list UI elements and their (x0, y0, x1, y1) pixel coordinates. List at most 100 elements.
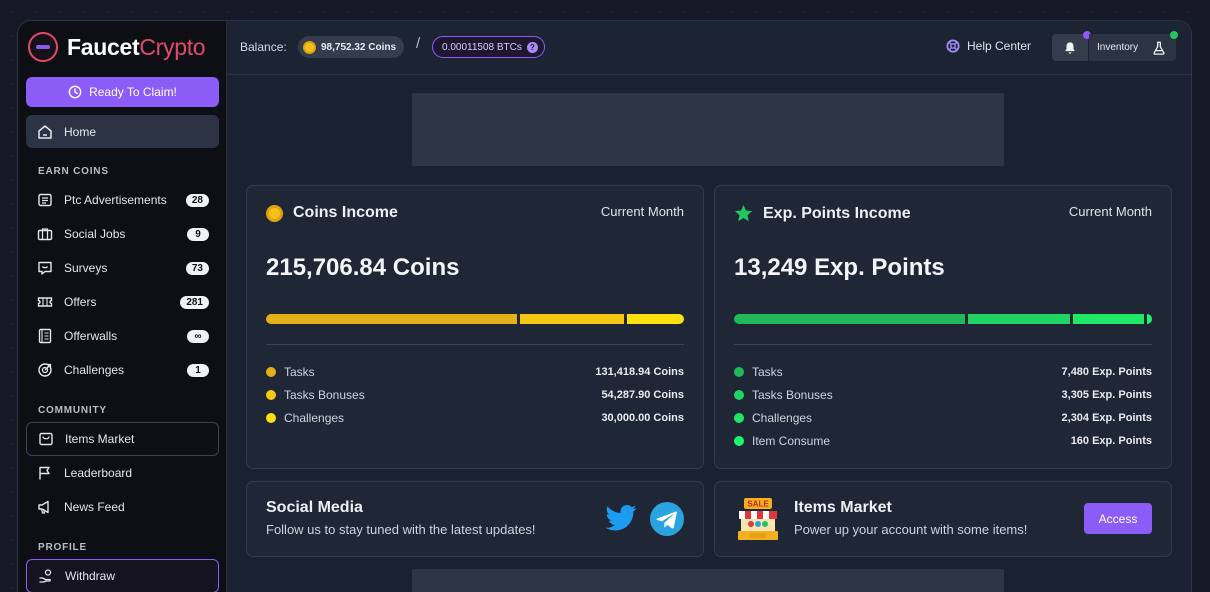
sidebar-item-label: Social Jobs (64, 227, 126, 241)
legend-dot (734, 367, 744, 377)
section-community: COMMUNITY (38, 405, 107, 416)
help-question-icon[interactable]: ? (526, 41, 538, 53)
income-row-challenges: Challenges 30,000.00 Coins (266, 409, 684, 427)
briefcase-icon (36, 225, 54, 243)
help-center-link[interactable]: Help Center (946, 39, 1031, 53)
bar-segment (266, 314, 517, 324)
coins-income-card: Coins Income Current Month 215,706.84 Co… (246, 185, 704, 469)
bar-segment (968, 314, 1070, 324)
sidebar-item-leaderboard[interactable]: Leaderboard (26, 457, 219, 489)
sidebar-item-items-market[interactable]: Items Market (26, 422, 219, 456)
brand-name-accent: Crypto (139, 33, 206, 60)
sidebar-item-withdraw[interactable]: Withdraw (26, 559, 219, 592)
coins-progress-bar (266, 314, 684, 324)
flag-icon (36, 464, 54, 482)
sidebar-item-label: Ptc Advertisements (64, 193, 167, 207)
bar-segment (627, 314, 684, 324)
coin-icon (303, 40, 316, 54)
sidebar-item-ptc[interactable]: Ptc Advertisements 28 (26, 184, 219, 216)
twitter-icon[interactable] (604, 504, 638, 534)
ticket-icon (36, 293, 54, 311)
bell-icon (1065, 41, 1075, 54)
star-icon (734, 204, 753, 222)
row-label: Challenges (284, 411, 345, 425)
bar-segment (1073, 314, 1144, 324)
period-label: Current Month (1068, 204, 1152, 219)
notifications-button[interactable] (1052, 34, 1088, 61)
withdraw-icon (37, 567, 55, 585)
sale-shop-icon: SALE (738, 498, 778, 540)
sidebar-item-label: Home (64, 124, 97, 139)
legend-dot (266, 413, 276, 423)
inventory-label: Inventory (1097, 42, 1139, 53)
access-button[interactable]: Access (1084, 503, 1152, 534)
claim-label: Ready To Claim! (89, 85, 177, 99)
sidebar-item-label: News Feed (64, 500, 125, 514)
row-value: 30,000.00 Coins (601, 412, 684, 424)
brand-logo[interactable]: FaucetCrypto (28, 31, 206, 63)
bar-segment (520, 314, 624, 324)
challenge-icon (36, 361, 54, 379)
telegram-icon[interactable] (650, 502, 684, 536)
market-icon (37, 430, 55, 448)
row-label: Item Consume (752, 434, 831, 448)
count-badge: 1 (187, 363, 209, 377)
ready-to-claim-button[interactable]: Ready To Claim! (26, 77, 219, 107)
social-subtitle: Follow us to stay tuned with the latest … (266, 522, 536, 537)
sidebar-item-label: Withdraw (65, 569, 116, 583)
count-badge: 73 (185, 261, 209, 275)
brand-name: FaucetCrypto (67, 33, 206, 61)
count-badge: 281 (180, 295, 209, 309)
section-earn-coins: EARN COINS (38, 166, 109, 177)
count-badge: ∞ (187, 329, 209, 343)
social-title: Social Media (266, 499, 363, 516)
lifebuoy-icon (946, 39, 960, 53)
row-value: 131,418.94 Coins (595, 366, 684, 378)
sidebar-item-challenges[interactable]: Challenges 1 (26, 354, 219, 386)
sidebar-item-social-jobs[interactable]: Social Jobs 9 (26, 218, 219, 250)
balance-label: Balance: (240, 40, 287, 54)
ad-banner-bottom[interactable] (412, 569, 1004, 592)
top-bar: Balance: 98,752.32 Coins / 0.00011508 BT… (227, 21, 1191, 75)
sidebar-item-surveys[interactable]: Surveys 73 (26, 252, 219, 284)
period-label: Current Month (600, 204, 684, 219)
ad-banner-top[interactable] (412, 93, 1004, 166)
btc-balance-pill[interactable]: 0.00011508 BTCs ? (432, 36, 545, 58)
card-title-text: Coins Income (293, 204, 398, 221)
megaphone-icon (36, 498, 54, 516)
legend-dot (266, 390, 276, 400)
exp-progress-bar (734, 314, 1152, 324)
inventory-button[interactable]: Inventory (1089, 34, 1176, 61)
brand-name-primary: Faucet (67, 33, 140, 60)
survey-icon (36, 259, 54, 277)
flask-icon (1153, 41, 1165, 55)
balance-separator: / (416, 35, 421, 52)
sidebar-item-label: Offerwalls (64, 329, 118, 343)
legend-dot (734, 436, 744, 446)
sidebar-item-label: Items Market (65, 432, 135, 446)
sidebar-item-label: Leaderboard (64, 466, 133, 480)
bar-segment (734, 314, 965, 324)
coins-balance-pill[interactable]: 98,752.32 Coins (298, 36, 405, 58)
btc-balance-value: 0.00011508 BTCs (442, 41, 522, 53)
sidebar-item-offerwalls[interactable]: Offerwalls ∞ (26, 320, 219, 352)
income-row-tasks-bonuses: Tasks Bonuses 54,287.90 Coins (266, 386, 684, 404)
coin-icon (266, 204, 283, 222)
sidebar-item-offers[interactable]: Offers 281 (26, 286, 219, 318)
help-center-label: Help Center (967, 39, 1032, 53)
coins-total: 215,706.84 Coins (266, 254, 460, 281)
sidebar-item-news-feed[interactable]: News Feed (26, 491, 219, 523)
row-label: Tasks Bonuses (752, 388, 833, 402)
divider (734, 344, 1152, 345)
legend-dot (266, 367, 276, 377)
coins-income-title: Coins Income (266, 204, 398, 222)
exp-income-title: Exp. Points Income (734, 204, 911, 223)
exp-row-tasks: Tasks 7,480 Exp. Points (734, 363, 1152, 381)
count-badge: 9 (187, 227, 209, 241)
sidebar-item-home[interactable]: Home (26, 115, 219, 148)
row-value: 7,480 Exp. Points (1061, 366, 1152, 378)
ptc-icon (36, 191, 54, 209)
app-window: FaucetCrypto Ready To Claim! Home EARN C… (17, 20, 1192, 592)
count-badge: 28 (185, 193, 209, 207)
legend-dot (734, 390, 744, 400)
